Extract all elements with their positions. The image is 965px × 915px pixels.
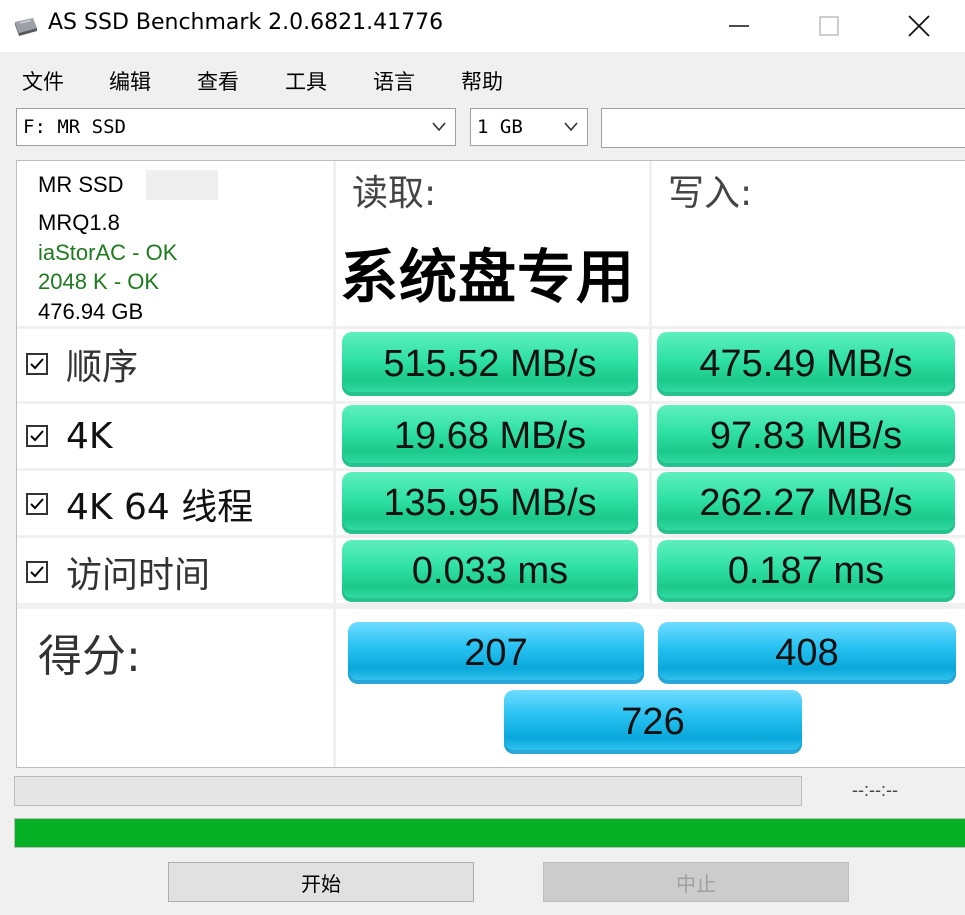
menu-view[interactable]: 查看 (197, 66, 239, 96)
elapsed-time: --:--:-- (852, 780, 898, 800)
row-label: 访问时间 (66, 555, 211, 596)
result-4k64-read: 135.95 MB/s (342, 472, 638, 534)
result-access-write: 0.187 ms (657, 540, 955, 602)
alignment-status: 2048 K - OK (38, 269, 160, 294)
drive-select-value: F: MR SSD (23, 116, 126, 138)
drive-firmware: MRQ1.8 (38, 210, 120, 235)
result-4k-read: 19.68 MB/s (342, 405, 638, 467)
menu-bar: 文件 编辑 查看 工具 语言 帮助 (0, 56, 965, 100)
redacted-serial (146, 170, 218, 200)
test-size-value: 1 GB (477, 116, 523, 138)
total-progress-fill (15, 819, 965, 847)
ssd-drive-icon (12, 14, 38, 38)
checkbox-checked-icon[interactable] (26, 353, 48, 375)
result-sequential-read: 515.52 MB/s (342, 332, 638, 396)
drive-select[interactable]: F: MR SSD (16, 108, 456, 146)
drive-capacity: 476.94 GB (38, 299, 144, 324)
result-access-read: 0.033 ms (342, 540, 638, 602)
system-disk-overlay-text: 系统盘专用 (340, 243, 636, 311)
score-total: 726 (504, 690, 802, 754)
test-size-select[interactable]: 1 GB (470, 108, 588, 146)
row-label: 顺序 (66, 347, 139, 388)
menu-edit[interactable]: 编辑 (109, 66, 151, 96)
test-progress-bar (14, 776, 802, 806)
menu-file[interactable]: 文件 (22, 66, 64, 96)
total-progress-bar (14, 818, 965, 848)
start-button[interactable]: 开始 (168, 862, 474, 902)
title-bar: AS SSD Benchmark 2.0.6821.41776 (0, 0, 965, 52)
row-label: 4K 64 线程 (66, 487, 254, 528)
checkbox-checked-icon[interactable] (26, 425, 48, 447)
maximize-button[interactable] (794, 0, 864, 52)
maximize-icon (819, 16, 839, 36)
driver-status: iaStorAC - OK (38, 240, 178, 265)
result-sequential-write: 475.49 MB/s (657, 332, 955, 396)
checkbox-checked-icon[interactable] (26, 493, 48, 515)
row-4k-64-thread[interactable]: 4K 64 线程 (26, 476, 253, 532)
window-title: AS SSD Benchmark 2.0.6821.41776 (48, 10, 444, 35)
score-label: 得分: (38, 631, 141, 682)
write-header: 写入: (668, 173, 753, 214)
score-read: 207 (348, 622, 644, 684)
row-sequential[interactable]: 顺序 (26, 336, 138, 392)
read-header: 读取: (352, 173, 437, 214)
row-4k[interactable]: 4K (26, 408, 113, 464)
drive-model: MR SSD (38, 172, 124, 197)
result-4k64-write: 262.27 MB/s (657, 472, 955, 534)
menu-language[interactable]: 语言 (373, 66, 415, 96)
result-4k-write: 97.83 MB/s (657, 405, 955, 467)
score-write: 408 (658, 622, 956, 684)
row-access-time[interactable]: 访问时间 (26, 544, 210, 600)
close-icon (908, 15, 930, 37)
info-text-box[interactable] (601, 108, 965, 148)
chevron-down-icon (432, 122, 446, 132)
minimize-icon (729, 25, 749, 27)
menu-help[interactable]: 帮助 (461, 66, 503, 96)
abort-button[interactable]: 中止 (543, 862, 849, 902)
menu-tools[interactable]: 工具 (285, 66, 327, 96)
close-button[interactable] (884, 0, 954, 52)
chevron-down-icon (564, 122, 578, 132)
checkbox-checked-icon[interactable] (26, 561, 48, 583)
row-label: 4K (66, 415, 113, 457)
minimize-button[interactable] (704, 0, 774, 52)
